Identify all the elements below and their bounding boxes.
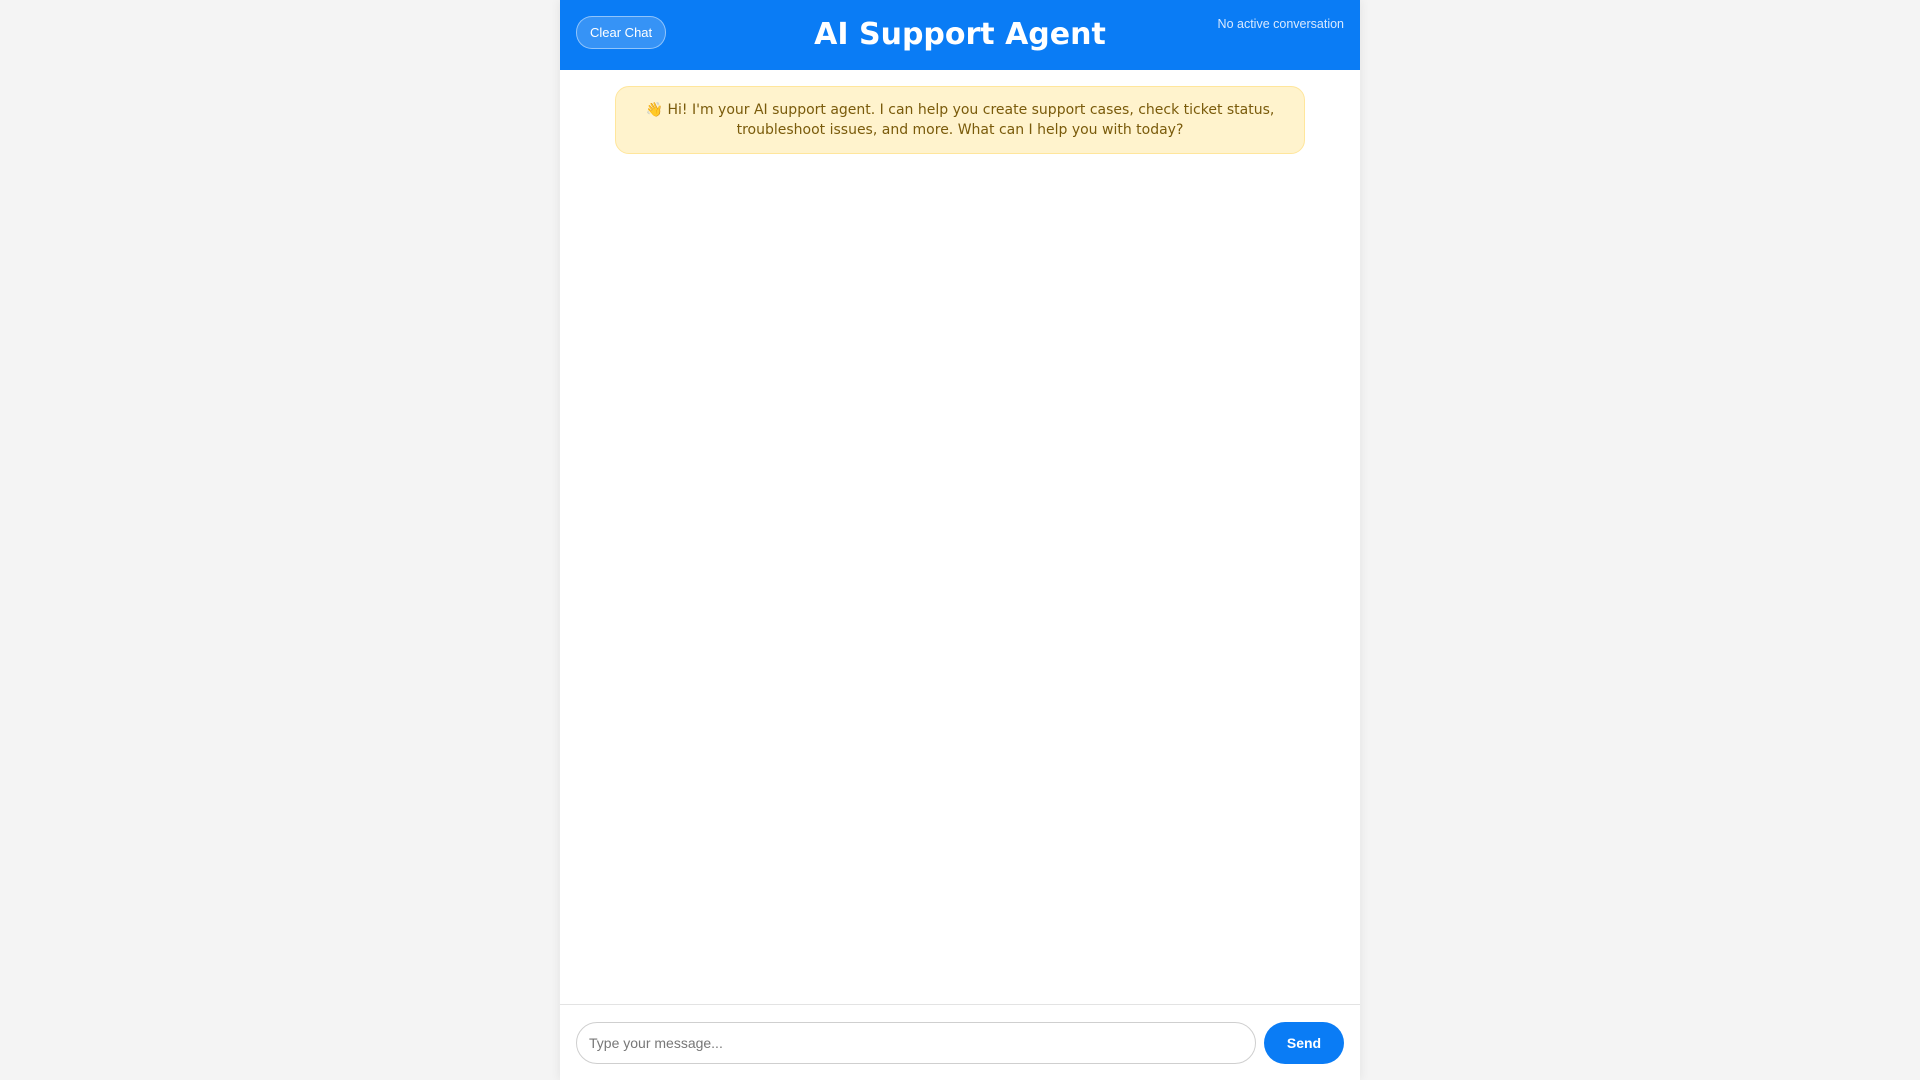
message-input[interactable]	[576, 1022, 1256, 1064]
chat-app: Clear Chat AI Support Agent No active co…	[560, 0, 1360, 1080]
chat-messages-area: 👋 Hi! I'm your AI support agent. I can h…	[560, 70, 1360, 1005]
message-composer: Send	[560, 1006, 1360, 1080]
welcome-message: 👋 Hi! I'm your AI support agent. I can h…	[615, 86, 1305, 154]
send-button[interactable]: Send	[1264, 1022, 1344, 1064]
conversation-status: No active conversation	[1217, 17, 1344, 31]
header: Clear Chat AI Support Agent No active co…	[560, 0, 1360, 70]
